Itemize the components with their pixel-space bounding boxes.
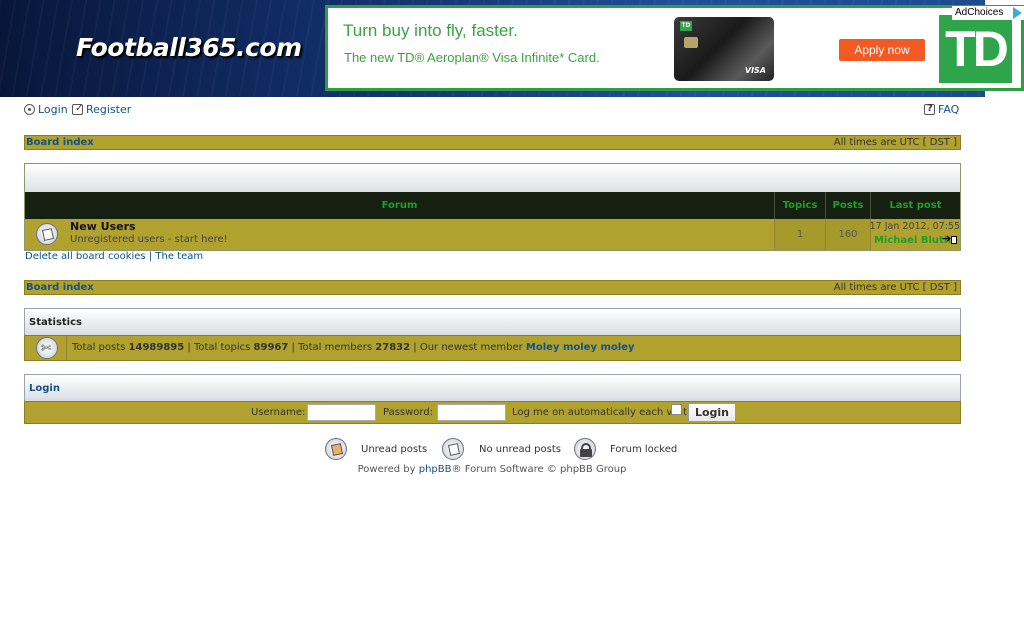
faq-link[interactable]: ? FAQ: [924, 103, 959, 116]
site-logo[interactable]: Football365.com: [76, 33, 302, 62]
navbar-top: Board index All times are UTC [ DST ]: [24, 135, 961, 150]
advertisement[interactable]: Turn buy into fly, faster. The new TD® A…: [325, 5, 1024, 91]
board-index-link[interactable]: Board index: [26, 137, 94, 148]
unread-posts-label: Unread posts: [361, 444, 428, 455]
forum-locked-label: Forum locked: [610, 444, 678, 455]
total-posts-label: Total posts: [72, 342, 126, 353]
password-label: Password:: [383, 407, 434, 418]
faq-icon: ?: [924, 103, 935, 115]
statistics-title: Statistics: [29, 317, 82, 328]
powered-suffix: ® Forum Software © phpBB Group: [451, 464, 627, 475]
ad-subline[interactable]: The new TD® Aeroplan® Visa Infinite* Car…: [344, 50, 600, 65]
last-post-author-link[interactable]: Michael Bluth: [874, 235, 951, 246]
table-row: New Users Unregistered users - start her…: [25, 219, 960, 250]
view-latest-post-icon[interactable]: ➔: [942, 232, 958, 245]
faq-link-label: FAQ: [938, 103, 960, 116]
no-unread-posts-icon: [442, 438, 464, 460]
header-topics: Topics: [774, 192, 825, 219]
username-input[interactable]: [307, 404, 376, 421]
powered-by: Powered by phpBB® Forum Software © phpBB…: [0, 464, 984, 475]
lock-icon: [574, 438, 596, 460]
posts-count: 160: [825, 219, 870, 250]
login-link[interactable]: Login: [24, 103, 68, 116]
forum-title-link[interactable]: New Users: [70, 220, 136, 233]
board-footer-links: Delete all board cookies | The team: [25, 251, 203, 262]
adchoices-icon: [1013, 7, 1022, 19]
ad-headline[interactable]: Turn buy into fly, faster.: [343, 21, 518, 41]
register-link-label: Register: [86, 103, 132, 116]
timezone-info: All times are UTC [ DST ]: [833, 282, 957, 293]
forum-cell: New Users Unregistered users - start her…: [25, 219, 774, 250]
td-logo[interactable]: TD: [939, 15, 1012, 83]
apply-now-button[interactable]: Apply now: [839, 39, 925, 61]
card-td-logo: TD: [680, 21, 692, 31]
login-title-link[interactable]: Login: [29, 383, 60, 394]
card-visa-logo: VISA: [744, 66, 766, 75]
register-link[interactable]: ✓ Register: [72, 103, 131, 116]
statistics-text: Total posts 14989895 | Total topics 8996…: [72, 342, 635, 353]
card-chip: [684, 37, 698, 48]
header-posts: Posts: [825, 192, 870, 219]
forum-table: Forum Topics Posts Last post New Users U…: [24, 163, 961, 251]
stat-divider: [66, 336, 67, 360]
header-forum: Forum: [381, 200, 418, 211]
total-topics-value: 89967: [253, 342, 289, 353]
last-post-cell: 17 Jan 2012, 07:55 Michael Bluth ➔: [870, 219, 960, 250]
login-header: Login: [24, 374, 961, 401]
newest-member-label: Our newest member: [419, 342, 523, 353]
no-unread-posts-label: No unread posts: [479, 444, 561, 455]
credit-card-image[interactable]: TD VISA: [674, 17, 774, 81]
timezone-info: All times are UTC [ DST ]: [833, 137, 957, 148]
board-index-link[interactable]: Board index: [26, 282, 94, 293]
forum-description: Unregistered users - start here!: [70, 234, 228, 245]
delete-cookies-link[interactable]: Delete all board cookies: [25, 251, 146, 262]
total-posts-value: 14989895: [128, 342, 185, 353]
no-unread-forum-icon: [36, 223, 58, 245]
powered-prefix: Powered by: [357, 464, 416, 475]
header-last-post: Last post: [870, 192, 960, 219]
statistics-header: Statistics: [24, 308, 961, 335]
table-header: Forum Topics Posts Last post: [25, 192, 960, 219]
team-link[interactable]: The team: [155, 251, 203, 262]
newest-member-link[interactable]: Moley moley moley: [526, 342, 635, 353]
login-button[interactable]: Login: [688, 403, 736, 422]
register-icon: ✓: [72, 103, 83, 115]
total-members-label: Total members: [298, 342, 373, 353]
navbar-bottom: Board index All times are UTC [ DST ]: [24, 280, 961, 295]
username-label: Username:: [251, 407, 306, 418]
link-separator: |: [148, 251, 153, 262]
adchoices-label: AdChoices: [955, 7, 1004, 18]
last-post-date: 17 Jan 2012, 07:55: [869, 221, 960, 232]
phpbb-link[interactable]: phpBB: [419, 464, 452, 475]
autologin-checkbox[interactable]: [671, 404, 682, 415]
total-topics-label: Total topics: [193, 342, 251, 353]
login-link-label: Login: [38, 103, 68, 116]
login-icon: [24, 104, 35, 115]
statistics-row: ✄ Total posts 14989895 | Total topics 89…: [24, 335, 961, 361]
adchoices-link[interactable]: AdChoices: [952, 6, 1024, 20]
password-input[interactable]: [437, 404, 506, 421]
total-members-value: 27832: [375, 342, 411, 353]
unread-posts-icon: [325, 438, 347, 460]
login-row: Username: Password: Log me on automatica…: [24, 401, 961, 424]
autologin-label: Log me on automatically each visit: [512, 407, 687, 418]
statistics-icon: ✄: [36, 337, 58, 359]
table-spacer: [25, 164, 960, 192]
topics-count: 1: [774, 219, 825, 250]
